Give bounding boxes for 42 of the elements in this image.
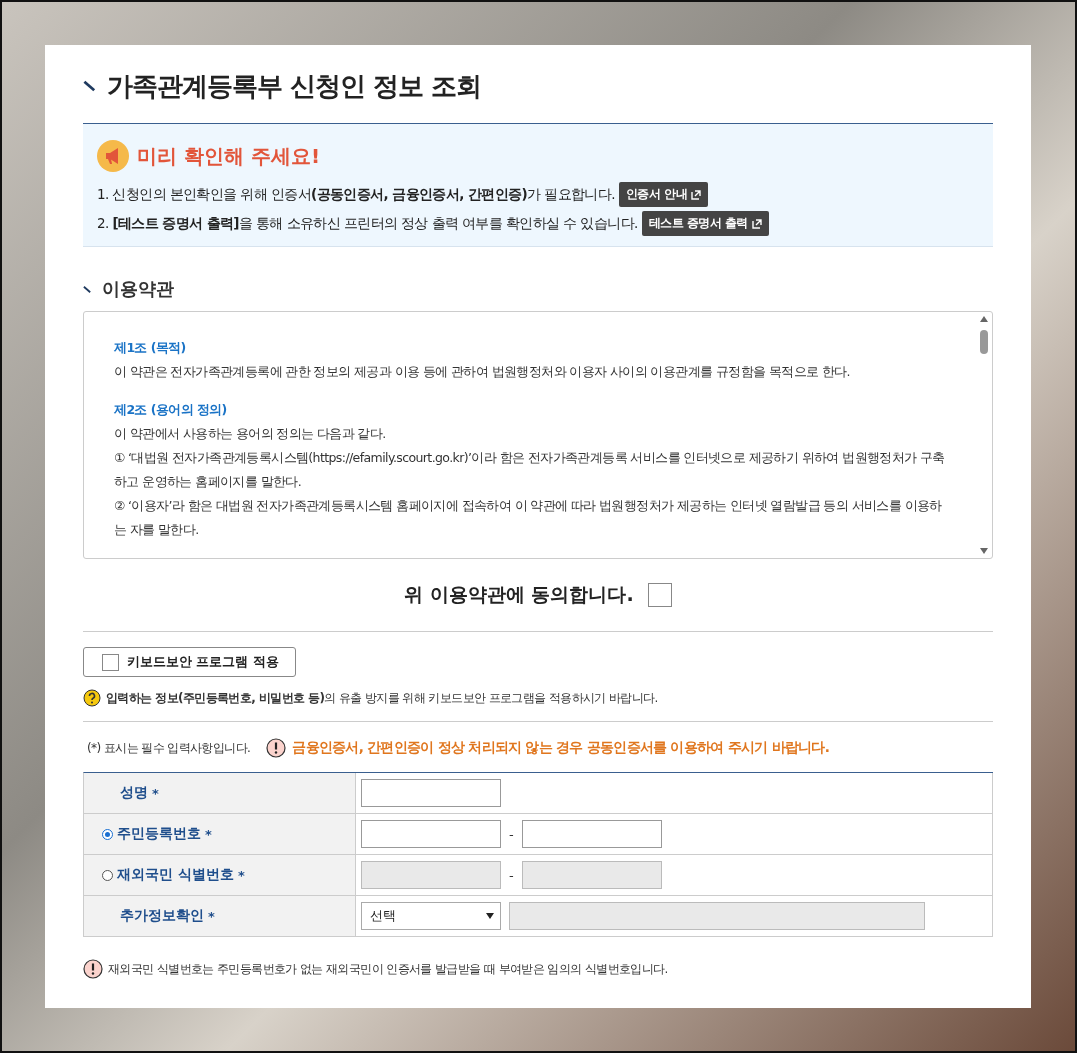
guide-button[interactable]: 테스트 증명서 출력 — [641, 211, 769, 236]
caret-icon — [486, 913, 494, 919]
form-label: 재외국민 식별번호 * — [84, 855, 356, 896]
terms-paragraph: ② ‘이용자’라 함은 대법원 전자가족관계등록시스템 홈페이지에 접속하여 이 약관에 따라 법원행정처가 제공하는 인터넷 열람발급 등의 서비스를 이용하는 자를 말한다. — [114, 497, 943, 539]
scroll-down-icon[interactable] — [980, 548, 988, 554]
radio-button[interactable] — [102, 828, 113, 840]
external-link-icon — [752, 218, 762, 229]
dash-separator: - — [509, 826, 514, 842]
scroll-up-icon[interactable] — [980, 316, 988, 322]
exclamation-icon — [83, 959, 103, 979]
article-heading: 제1조 (목적) — [114, 339, 187, 357]
form-label: 주민등록번호 * — [84, 814, 356, 855]
section-title: 이용약관 — [102, 277, 174, 301]
notice-text: 1. 신청인의 본인확인을 위해 인증서(공동인증서, 금융인증서, 간편인증)가 필요합니다. — [97, 185, 615, 204]
keyboard-security-button[interactable]: 키보드보안 프로그램 적용 — [83, 647, 296, 677]
terms-paragraph: ① ‘대법원 전자가족관계등록시스템(https://efamily.scourt.go.kr)’이라 함은 전자가족관계등록 서비스를 인터넷으로 제공하기 위하여 법원행정처가 구축하고 운영하는 홈페이지를 말한다. — [114, 449, 946, 491]
agree-checkbox[interactable] — [647, 583, 672, 607]
input-field[interactable] — [521, 820, 662, 848]
agree-label: 위 이용약관에 동의합니다. — [404, 582, 634, 607]
input-field[interactable] — [361, 820, 501, 848]
exclamation-icon — [266, 738, 287, 758]
external-link-icon — [691, 189, 702, 200]
notice-title: 미리 확인해 주세요! — [137, 142, 321, 170]
form-label: 성명 * — [84, 773, 356, 814]
footnote-text: 재외국민 식별번호는 주민등록번호가 없는 재외국민이 인증서를 발급받을 때 부여받은 임의의 식별번호입니다. — [108, 960, 668, 978]
help-text: 입력하는 정보(주민등록번호, 비밀번호 등)의 유출 방지를 위해 키보드보안 프로그램을 적용하시기 바랍니다. — [106, 689, 658, 707]
tick-mark-icon — [83, 79, 97, 93]
required-note: (*) 표시는 필수 입력사항입니다. — [87, 739, 251, 757]
page-title: 가족관계등록부 신청인 정보 조회 — [107, 69, 482, 103]
terms-paragraph: 이 약관은 전자가족관계등록에 관한 정보의 제공과 이용 등에 관하여 법원행정처와 이용자 사이의 이용관계를 규정함을 목적으로 한다. — [114, 363, 851, 381]
article-heading: 제2조 (용어의 정의) — [114, 401, 228, 419]
notice-text: 2. [테스트 증명서 출력]을 통해 소유하신 프린터의 정상 출력 여부를 확인하실 수 있습니다. — [97, 214, 638, 233]
input-field[interactable] — [361, 779, 501, 807]
terms-paragraph: 이 약관에서 사용하는 용어의 정의는 다음과 같다. — [114, 425, 387, 443]
tick-mark-icon — [83, 284, 92, 294]
scrollbar-thumb[interactable] — [980, 330, 988, 354]
form-label: 추가정보확인 * — [84, 896, 356, 937]
warning-text: 금융인증서, 간편인증이 정상 처리되지 않는 경우 공동인증서를 이용하여 주시기 바랍니다. — [292, 739, 830, 757]
question-icon — [83, 689, 101, 707]
dash-separator: - — [509, 867, 514, 883]
guide-button[interactable]: 인증서 안내 — [618, 182, 709, 207]
megaphone-icon — [97, 140, 129, 172]
